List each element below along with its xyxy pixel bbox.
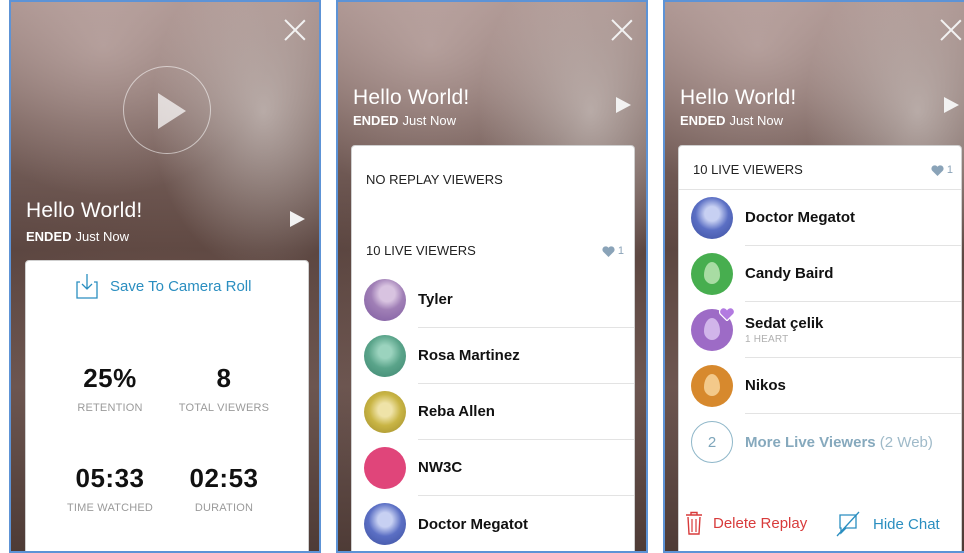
stat-label: RETENTION — [77, 402, 143, 414]
broadcast-summary-screen: Hello World! ENDED Just Now Save To Camer… — [9, 0, 321, 553]
broadcast-status: ENDED Just Now — [680, 113, 783, 128]
egg-icon — [704, 318, 720, 340]
viewers-screen: Hello World! ENDED Just Now NO REPLAY VIE… — [336, 0, 648, 553]
more-label: More Live Viewers — [745, 433, 876, 451]
hearts-value: 1 — [617, 245, 624, 257]
viewer-row[interactable]: Doctor Megatot — [679, 190, 961, 246]
hide-chat-icon — [836, 511, 860, 537]
stat-retention: 25% RETENTION — [50, 363, 170, 414]
viewer-name: Tyler — [418, 291, 453, 308]
close-icon[interactable] — [283, 18, 307, 42]
avatar — [364, 447, 406, 489]
delete-replay-button[interactable]: Delete Replay — [685, 511, 807, 535]
live-viewers-header: 10 LIVE VIEWERS — [366, 243, 476, 258]
heart-icon — [602, 245, 615, 257]
status-time: Just Now — [75, 229, 129, 244]
viewer-row[interactable]: Rosa Martinez — [352, 328, 634, 384]
more-live-viewers-label: More Live Viewers (2 Web) — [745, 434, 933, 451]
play-icon[interactable] — [944, 97, 959, 113]
viewer-row[interactable]: NW3C — [352, 440, 634, 496]
stat-label: TOTAL VIEWERS — [178, 402, 270, 414]
stat-value: 05:33 — [75, 463, 145, 493]
avatar — [691, 253, 733, 295]
hearts-count: 1 — [602, 245, 624, 257]
status-label: ENDED — [680, 113, 726, 128]
viewer-name: Rosa Martinez — [418, 347, 520, 364]
replay-viewers-header: NO REPLAY VIEWERS — [366, 172, 503, 187]
viewer-name: Candy Baird — [745, 265, 834, 282]
stat-label: DURATION — [194, 502, 254, 514]
broadcast-title: Hello World! — [680, 86, 797, 109]
viewer-row[interactable]: Nikos — [679, 358, 961, 414]
viewer-name: Doctor Megatot — [745, 209, 855, 226]
broadcast-title: Hello World! — [353, 86, 470, 109]
more-live-viewers-row[interactable]: 2 More Live Viewers (2 Web) — [679, 414, 961, 470]
heart-icon — [931, 164, 944, 176]
status-label: ENDED — [353, 113, 399, 128]
avatar — [364, 335, 406, 377]
stat-label: TIME WATCHED — [66, 502, 154, 514]
broadcast-status: ENDED Just Now — [26, 229, 129, 244]
hearts-count: 1 — [931, 164, 953, 176]
stat-time-watched: 05:33 TIME WATCHED — [50, 463, 170, 514]
viewer-name: Reba Allen — [418, 403, 495, 420]
broadcast-status: ENDED Just Now — [353, 113, 456, 128]
viewer-row[interactable]: Sedat çelik 1 HEART — [679, 302, 961, 358]
hide-chat-label: Hide Chat — [873, 515, 940, 533]
viewers-card: 10 LIVE VIEWERS 1 Doctor Megatot Candy B… — [678, 145, 962, 551]
close-icon[interactable] — [610, 18, 634, 42]
hide-chat-button[interactable]: Hide Chat — [835, 511, 940, 537]
broadcast-title: Hello World! — [26, 199, 143, 222]
avatar — [364, 391, 406, 433]
viewer-row[interactable]: Reba Allen — [352, 384, 634, 440]
egg-icon — [704, 262, 720, 284]
trash-icon — [686, 511, 702, 535]
play-icon[interactable] — [290, 211, 305, 227]
viewer-row[interactable]: Tyler — [352, 272, 634, 328]
avatar — [364, 279, 406, 321]
download-icon — [76, 274, 98, 299]
avatar-wrap — [691, 307, 735, 351]
more-count: 2 — [691, 421, 733, 463]
close-icon[interactable] — [939, 18, 963, 42]
viewer-row[interactable]: Doctor Megatot — [352, 496, 634, 551]
stat-value: 25% — [83, 363, 137, 393]
status-time: Just Now — [402, 113, 456, 128]
live-viewers-header: 10 LIVE VIEWERS — [693, 162, 803, 177]
heart-badge-icon — [719, 307, 735, 321]
viewers-expanded-screen: Hello World! ENDED Just Now 10 LIVE VIEWE… — [663, 0, 964, 553]
stat-duration: 02:53 DURATION — [164, 463, 284, 514]
delete-label: Delete Replay — [713, 514, 808, 532]
viewer-row[interactable]: Candy Baird — [679, 246, 961, 302]
egg-icon — [704, 374, 720, 396]
play-replay-button[interactable] — [123, 66, 211, 154]
save-to-camera-roll-button[interactable]: Save To Camera Roll — [76, 273, 251, 299]
viewers-card: NO REPLAY VIEWERS 10 LIVE VIEWERS 1 Tyle… — [351, 145, 635, 551]
status-label: ENDED — [26, 229, 72, 244]
stat-value: 8 — [216, 363, 232, 393]
viewer-name: Nikos — [745, 377, 786, 394]
viewer-hearts: 1 HEART — [745, 333, 789, 345]
avatar — [691, 197, 733, 239]
viewer-name: Doctor Megatot — [418, 515, 528, 533]
more-web: (2 Web) — [879, 433, 933, 451]
play-icon[interactable] — [616, 97, 631, 113]
viewer-name: NW3C — [418, 459, 463, 476]
avatar — [691, 365, 733, 407]
avatar — [364, 503, 406, 545]
hearts-value: 1 — [946, 164, 953, 176]
save-label: Save To Camera Roll — [110, 277, 252, 295]
status-time: Just Now — [729, 113, 783, 128]
stat-total-viewers: 8 TOTAL VIEWERS — [164, 363, 284, 414]
viewer-name: Sedat çelik — [745, 314, 824, 332]
stats-card: Save To Camera Roll 25% RETENTION 8 TOTA… — [25, 260, 309, 551]
stat-value: 02:53 — [189, 463, 259, 493]
